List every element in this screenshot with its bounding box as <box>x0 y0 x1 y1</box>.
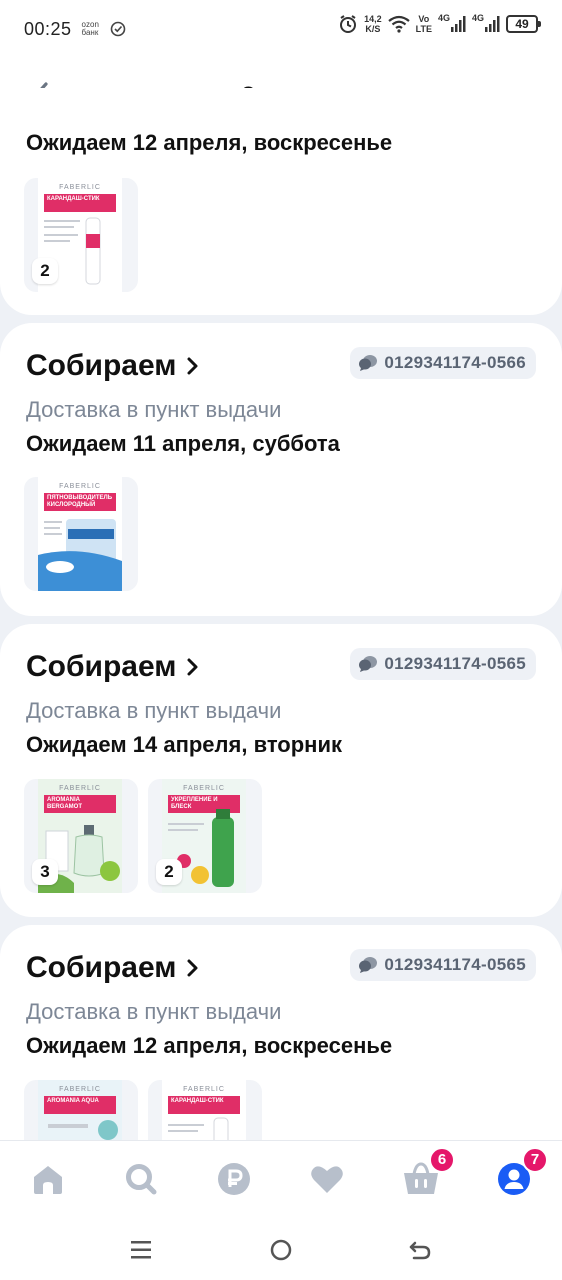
network-type-2: 4G <box>471 13 484 23</box>
order-status: Собираем <box>26 349 177 382</box>
battery-icon: 49 <box>506 15 541 33</box>
back-system-button[interactable] <box>406 1236 434 1264</box>
chevron-right-icon <box>187 658 198 676</box>
product-thumbnail[interactable]: FABERLIC ПЯТНОВЫВОДИТЕЛЬ КИСЛОРОДНЫЙ <box>24 477 138 591</box>
volte-indicator: Vo LTE <box>415 14 432 34</box>
signal-icon <box>450 16 466 32</box>
recent-apps-button[interactable] <box>127 1236 155 1264</box>
order-status-link[interactable]: Собираем <box>26 349 200 383</box>
order-status: Собираем <box>26 650 177 683</box>
chat-icon <box>359 957 378 973</box>
order-card[interactable]: Собираем 0129341174-0566 Доставка в пунк… <box>0 323 562 616</box>
network-type-1: 4G <box>437 13 450 23</box>
delivery-method: Доставка в пункт выдачи <box>26 397 282 422</box>
order-number-chip[interactable]: 0129341174-0565 <box>350 648 536 680</box>
product-thumbnails: FABERLIC AROMANIA BERGAMOT 3 FABERLIC УК… <box>24 779 262 893</box>
expected-date: Ожидаем 11 апреля, суббота <box>26 431 340 456</box>
search-icon <box>126 1164 157 1195</box>
system-navigation-bar <box>0 1220 562 1280</box>
chevron-right-icon <box>187 357 198 375</box>
alarm-icon <box>340 15 357 33</box>
order-number: 0129341174-0565 <box>384 955 526 974</box>
expected-date: Ожидаем 12 апреля, воскресенье <box>26 1033 393 1058</box>
order-number-chip[interactable]: 0129341174-0566 <box>350 347 536 379</box>
delivery-method: Доставка в пункт выдачи <box>26 698 282 723</box>
nav-home[interactable] <box>28 1159 68 1199</box>
chat-icon <box>359 656 378 672</box>
product-thumbnails: FABERLIC КАРАНДАШ-СТИК 2 <box>24 178 138 292</box>
heart-icon <box>311 1166 343 1193</box>
order-status-link[interactable]: Собираем <box>26 650 200 684</box>
nav-finance[interactable] <box>214 1159 254 1199</box>
product-thumbnails: FABERLIC ПЯТНОВЫВОДИТЕЛЬ КИСЛОРОДНЫЙ <box>24 477 138 591</box>
chevron-right-icon <box>187 959 198 977</box>
status-bar: 00:25 ozon банк 14,2 K/S Vo LTE 4G 4G 49 <box>0 0 562 58</box>
order-number: 0129341174-0566 <box>384 353 526 372</box>
profile-count-badge: 7 <box>522 1147 548 1173</box>
product-thumbnail[interactable]: FABERLIC КАРАНДАШ-СТИК 2 <box>24 178 138 292</box>
nav-search[interactable] <box>121 1159 161 1199</box>
expected-date: Ожидаем 14 апреля, вторник <box>26 732 343 757</box>
ruble-icon <box>218 1163 250 1195</box>
bottom-navigation: 6 7 <box>0 1140 562 1220</box>
expected-date: Ожидаем 12 апреля, воскресенье <box>26 130 393 155</box>
order-status: Собираем <box>26 951 177 984</box>
nav-favorites[interactable] <box>307 1159 347 1199</box>
order-card[interactable]: Ожидаем 12 апреля, воскресенье FABERLIC … <box>0 88 562 315</box>
nav-profile[interactable]: 7 <box>494 1147 548 1199</box>
quantity-badge: 2 <box>32 258 58 284</box>
product-thumbnail[interactable]: FABERLIC УКРЕПЛЕНИЕ И БЛЕСК 2 <box>148 779 262 893</box>
check-circle-icon <box>110 21 125 37</box>
wifi-icon <box>387 15 410 33</box>
quantity-badge: 3 <box>32 859 58 885</box>
delivery-method: Доставка в пункт выдачи <box>26 999 282 1024</box>
order-card[interactable]: Собираем 0129341174-0565 Доставка в пунк… <box>0 624 562 917</box>
network-speed: 14,2 K/S <box>364 14 382 34</box>
stain-remover-image <box>38 519 122 591</box>
nav-basket[interactable]: 6 <box>401 1147 455 1199</box>
circle-icon <box>270 1239 292 1261</box>
status-time: 00:25 <box>24 18 72 39</box>
home-system-button[interactable] <box>267 1236 295 1264</box>
order-number-chip[interactable]: 0129341174-0565 <box>350 949 536 981</box>
ozon-bank-icon: ozon банк <box>81 20 99 37</box>
basket-count-badge: 6 <box>429 1147 455 1173</box>
order-status-link[interactable]: Собираем <box>26 951 200 985</box>
home-icon <box>34 1166 62 1194</box>
chat-icon <box>359 355 378 371</box>
order-number: 0129341174-0565 <box>384 654 526 673</box>
product-thumbnail[interactable]: FABERLIC AROMANIA BERGAMOT 3 <box>24 779 138 893</box>
menu-icon <box>131 1241 151 1259</box>
signal-icon <box>485 16 500 32</box>
quantity-badge: 2 <box>156 859 182 885</box>
back-arrow-icon <box>409 1241 431 1260</box>
